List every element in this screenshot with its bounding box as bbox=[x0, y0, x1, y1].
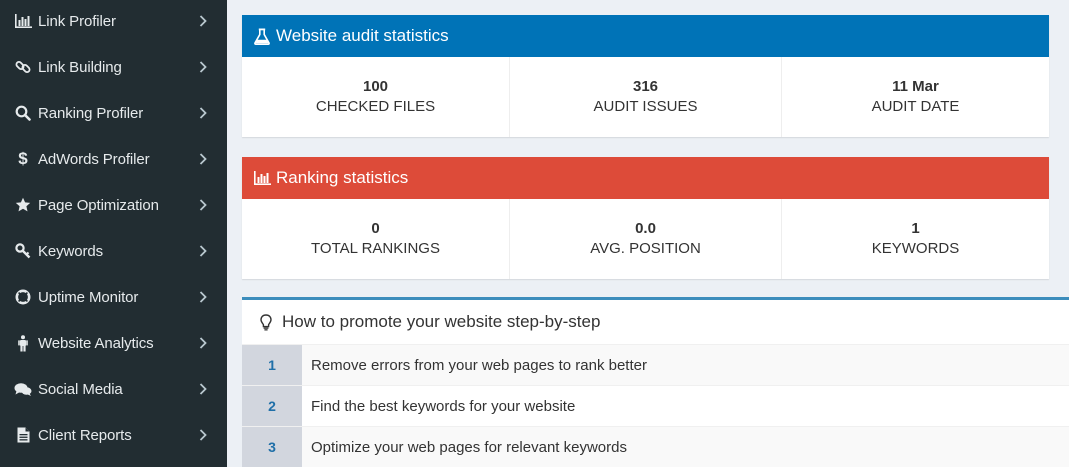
step-row[interactable]: 3 Optimize your web pages for relevant k… bbox=[242, 426, 1069, 467]
stat-value: 0.0 bbox=[635, 220, 656, 237]
ranking-panel-header: Ranking statistics bbox=[242, 157, 1049, 199]
step-text[interactable]: Find the best keywords for your website bbox=[302, 386, 575, 426]
stat-label: AUDIT ISSUES bbox=[593, 98, 698, 115]
stat-checked-files: 100 CHECKED FILES bbox=[242, 57, 509, 137]
chevron-right-icon bbox=[199, 337, 227, 349]
sidebar-item-label: Uptime Monitor bbox=[38, 288, 139, 306]
sidebar-item-social-media[interactable]: Social Media bbox=[0, 366, 227, 412]
audit-panel-title: Website audit statistics bbox=[276, 26, 449, 45]
comments-icon bbox=[13, 380, 33, 398]
stat-label: AVG. POSITION bbox=[590, 240, 701, 257]
stat-total-rankings: 0 TOTAL RANKINGS bbox=[242, 199, 509, 279]
bar-chart-icon bbox=[13, 12, 33, 30]
star-icon bbox=[13, 196, 33, 214]
lightbulb-icon bbox=[258, 313, 274, 331]
sidebar-item-adwords-profiler[interactable]: $ AdWords Profiler bbox=[0, 136, 227, 182]
sidebar-item-page-optimization[interactable]: Page Optimization bbox=[0, 182, 227, 228]
stat-value: 1 bbox=[911, 220, 920, 237]
chevron-right-icon bbox=[199, 15, 227, 27]
stat-audit-date: 11 Mar AUDIT DATE bbox=[781, 57, 1049, 137]
chevron-right-icon bbox=[199, 383, 227, 395]
stat-label: KEYWORDS bbox=[871, 240, 960, 257]
sidebar-item-label: Page Optimization bbox=[38, 196, 159, 214]
stat-value: 316 bbox=[632, 78, 659, 95]
ranking-panel-title: Ranking statistics bbox=[276, 168, 409, 187]
dollar-icon: $ bbox=[18, 149, 28, 168]
person-icon bbox=[13, 334, 33, 352]
ranking-panel: Ranking statistics 0 TOTAL RANKINGS 0.0 … bbox=[242, 157, 1049, 279]
sidebar-item-link-profiler[interactable]: Link Profiler bbox=[0, 0, 227, 44]
life-ring-icon bbox=[13, 288, 33, 306]
chevron-right-icon bbox=[199, 107, 227, 119]
sidebar-item-website-analytics[interactable]: Website Analytics bbox=[0, 320, 227, 366]
steps-header: How to promote your website step-by-step bbox=[242, 300, 1069, 344]
steps-list: 1 Remove errors from your web pages to r… bbox=[242, 344, 1069, 467]
ranking-stats: 0 TOTAL RANKINGS 0.0 AVG. POSITION 1 KEY… bbox=[242, 199, 1049, 279]
main-content: Website audit statistics 100 CHECKED FIL… bbox=[227, 0, 1069, 467]
sidebar-item-uptime-monitor[interactable]: Uptime Monitor bbox=[0, 274, 227, 320]
stat-value: 0 bbox=[371, 220, 380, 237]
sidebar-item-label: AdWords Profiler bbox=[38, 150, 150, 168]
stat-value: 11 Mar bbox=[892, 78, 939, 95]
stat-value: 100 bbox=[362, 78, 389, 95]
sidebar-item-label: Client Reports bbox=[38, 426, 132, 444]
audit-panel: Website audit statistics 100 CHECKED FIL… bbox=[242, 15, 1049, 137]
sidebar-item-label: Link Profiler bbox=[38, 12, 116, 30]
stat-keywords: 1 KEYWORDS bbox=[781, 199, 1049, 279]
stat-avg-position: 0.0 AVG. POSITION bbox=[509, 199, 781, 279]
chevron-right-icon bbox=[199, 61, 227, 73]
sidebar-item-label: Social Media bbox=[38, 380, 123, 398]
chevron-right-icon bbox=[199, 153, 227, 165]
chevron-right-icon bbox=[199, 429, 227, 441]
step-row[interactable]: 2 Find the best keywords for your websit… bbox=[242, 385, 1069, 426]
stat-label: AUDIT DATE bbox=[871, 98, 960, 115]
link-icon bbox=[13, 58, 33, 76]
sidebar-item-keywords[interactable]: Keywords bbox=[0, 228, 227, 274]
step-text[interactable]: Remove errors from your web pages to ran… bbox=[302, 345, 647, 385]
stat-label: CHECKED FILES bbox=[315, 98, 436, 115]
chevron-right-icon bbox=[199, 199, 227, 211]
step-number: 2 bbox=[242, 386, 302, 426]
sidebar-item-ranking-profiler[interactable]: Ranking Profiler bbox=[0, 90, 227, 136]
audit-stats: 100 CHECKED FILES 316 AUDIT ISSUES 11 Ma… bbox=[242, 57, 1049, 137]
chevron-right-icon bbox=[199, 245, 227, 257]
sidebar-item-label: Link Building bbox=[38, 58, 122, 76]
sidebar-item-link-building[interactable]: Link Building bbox=[0, 44, 227, 90]
flask-icon bbox=[252, 27, 272, 45]
stat-audit-issues: 316 AUDIT ISSUES bbox=[509, 57, 781, 137]
key-icon bbox=[13, 242, 33, 260]
step-number: 1 bbox=[242, 345, 302, 385]
sidebar: Link Profiler Link Building Ranking Prof… bbox=[0, 0, 227, 467]
steps-panel: How to promote your website step-by-step… bbox=[242, 297, 1069, 467]
sidebar-item-label: Website Analytics bbox=[38, 334, 154, 352]
file-icon bbox=[13, 426, 33, 444]
search-icon bbox=[13, 104, 33, 122]
chevron-right-icon bbox=[199, 291, 227, 303]
stat-label: TOTAL RANKINGS bbox=[311, 240, 440, 257]
sidebar-item-label: Ranking Profiler bbox=[38, 104, 144, 122]
step-text[interactable]: Optimize your web pages for relevant key… bbox=[302, 427, 627, 467]
step-row[interactable]: 1 Remove errors from your web pages to r… bbox=[242, 344, 1069, 385]
sidebar-item-label: Keywords bbox=[38, 242, 104, 260]
sidebar-item-client-reports[interactable]: Client Reports bbox=[0, 412, 227, 458]
bar-chart-icon bbox=[252, 169, 272, 187]
steps-title: How to promote your website step-by-step bbox=[282, 312, 601, 331]
step-number: 3 bbox=[242, 427, 302, 467]
audit-panel-header: Website audit statistics bbox=[242, 15, 1049, 57]
